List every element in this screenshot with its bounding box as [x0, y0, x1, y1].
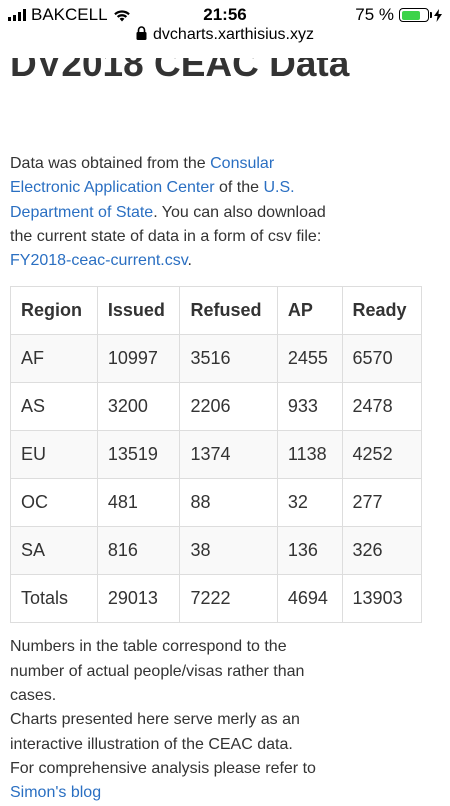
cell-refused: 2206 [179, 382, 278, 432]
cell-ap: 136 [276, 526, 343, 576]
cell-issued: 3200 [96, 382, 181, 432]
address-bar[interactable]: dvcharts.xarthisius.xyz [0, 26, 450, 54]
intro-text-2: of the [214, 179, 264, 197]
battery-percent: 75 % [355, 5, 394, 24]
cell-ap: 32 [276, 478, 343, 528]
header-refused: Refused [179, 286, 278, 336]
page-content: DV2018 CEAC Data Data was obtained from … [10, 58, 438, 806]
intro-text-4: . [187, 252, 192, 270]
header-ready: Ready [341, 286, 423, 336]
ceac-data-table: Region Issued Refused AP Ready AF 10997 … [10, 286, 423, 624]
table-header-row: Region Issued Refused AP Ready [10, 286, 423, 336]
cell-ap: 933 [276, 382, 343, 432]
cell-ready: 4252 [341, 430, 423, 480]
cell-issued: 29013 [96, 574, 181, 624]
cell-ap: 4694 [276, 574, 343, 624]
intro-text-1: Data was obtained from the [10, 155, 211, 172]
header-ap: AP [276, 286, 343, 336]
note-line-1: Numbers in the table correspond to the n… [10, 638, 305, 705]
cell-refused: 1374 [179, 430, 278, 480]
page-title: DV2018 CEAC Data [10, 58, 350, 84]
cell-region: EU [10, 430, 98, 480]
battery-level [401, 10, 421, 20]
cell-region: AF [10, 334, 98, 384]
title-container: DV2018 CEAC Data [10, 58, 438, 144]
header-region: Region [10, 286, 98, 336]
lock-icon [136, 26, 147, 40]
cell-refused: 38 [179, 526, 278, 576]
charging-bolt-icon [434, 8, 442, 22]
cell-ready: 13903 [341, 574, 423, 624]
cell-refused: 88 [179, 478, 278, 528]
cell-region: SA [10, 526, 98, 576]
cell-issued: 816 [96, 526, 181, 576]
cell-region: AS [10, 382, 98, 432]
cell-ready: 6570 [341, 334, 423, 384]
url-text[interactable]: dvcharts.xarthisius.xyz [153, 26, 314, 43]
battery-icon [399, 8, 432, 22]
table-totals-row: Totals 29013 7222 4694 13903 [10, 574, 423, 624]
cell-issued: 10997 [96, 334, 181, 384]
table-row: AS 3200 2206 933 2478 [10, 382, 423, 432]
cell-ready: 326 [341, 526, 423, 576]
cell-region: OC [10, 478, 98, 528]
table-row: AF 10997 3516 2455 6570 [10, 334, 423, 384]
cell-issued: 13519 [96, 430, 181, 480]
cell-ap: 2455 [276, 334, 343, 384]
cell-ready: 2478 [341, 382, 423, 432]
csv-download-link[interactable]: FY2018-ceac-current.csv [10, 252, 188, 269]
cell-ap: 1138 [276, 430, 343, 480]
note-line-3: For comprehensive analysis please refer … [10, 759, 316, 777]
cell-refused: 3516 [179, 334, 278, 384]
table-row: EU 13519 1374 1138 4252 [10, 430, 423, 480]
cell-region: Totals [10, 574, 98, 624]
status-bar: BAKCELL 21:56 75 % [0, 0, 450, 28]
cell-issued: 481 [96, 478, 181, 528]
status-right: 75 % [355, 5, 442, 25]
cell-ready: 277 [341, 478, 423, 528]
intro-paragraph: Data was obtained from the Consular Elec… [10, 152, 330, 273]
notes-paragraph: Numbers in the table correspond to the n… [10, 635, 340, 805]
note-line-2: Charts presented here serve merly as an … [10, 711, 300, 753]
cell-refused: 7222 [179, 574, 278, 624]
table-row: SA 816 38 136 326 [10, 526, 423, 576]
table-row: OC 481 88 32 277 [10, 478, 423, 528]
header-issued: Issued [96, 286, 181, 336]
simons-blog-link[interactable]: Simon's blog [10, 784, 101, 801]
